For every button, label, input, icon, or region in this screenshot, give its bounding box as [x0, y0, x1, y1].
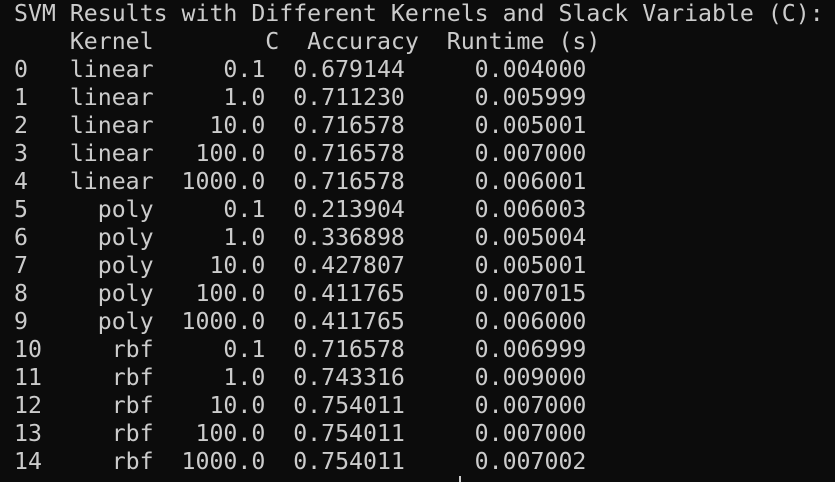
table-row: 11 rbf 1.0 0.743316 0.009000	[14, 364, 587, 391]
table-row: 8 poly 100.0 0.411765 0.007015	[14, 280, 587, 307]
table-header-line: Kernel C Accuracy Runtime (s)	[14, 28, 601, 55]
table-row: 13 rbf 100.0 0.754011 0.007000	[14, 420, 587, 447]
table-row: 14 rbf 1000.0 0.754011 0.007002	[14, 448, 587, 475]
table-row: 1 linear 1.0 0.711230 0.005999	[14, 84, 587, 111]
table-row: 6 poly 1.0 0.336898 0.005004	[14, 224, 587, 251]
terminal-output: SVM Results with Different Kernels and S…	[0, 0, 835, 476]
table-row: 4 linear 1000.0 0.716578 0.006001	[14, 168, 587, 195]
terminal-window[interactable]: SVM Results with Different Kernels and S…	[0, 0, 835, 482]
table-row: 2 linear 10.0 0.716578 0.005001	[14, 112, 587, 139]
table-row: 0 linear 0.1 0.679144 0.004000	[14, 56, 587, 83]
table-row: 5 poly 0.1 0.213904 0.006003	[14, 196, 587, 223]
table-row: 12 rbf 10.0 0.754011 0.007000	[14, 392, 587, 419]
text-cursor	[459, 476, 461, 482]
table-row: 7 poly 10.0 0.427807 0.005001	[14, 252, 587, 279]
table-row: 9 poly 1000.0 0.411765 0.006000	[14, 308, 587, 335]
table-row: 10 rbf 0.1 0.716578 0.006999	[14, 336, 587, 363]
output-title-line: SVM Results with Different Kernels and S…	[14, 0, 824, 27]
table-row: 3 linear 100.0 0.716578 0.007000	[14, 140, 587, 167]
